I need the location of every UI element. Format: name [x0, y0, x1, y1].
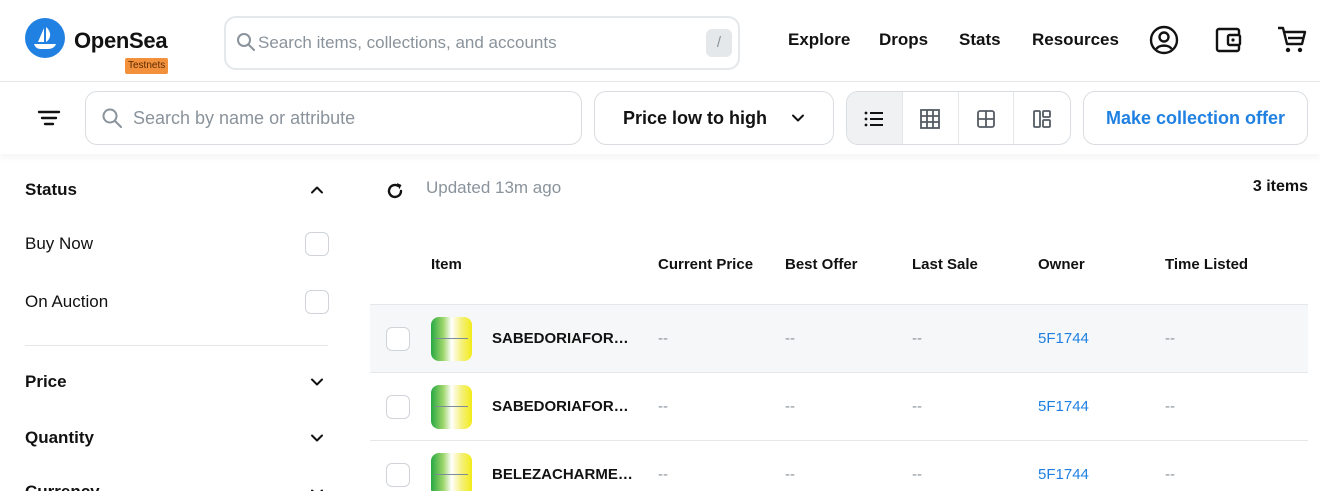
time-listed-cell: --	[1165, 330, 1175, 347]
column-time-listed: Time Listed	[1165, 256, 1249, 273]
last-updated-text: Updated 13m ago	[426, 178, 562, 197]
current-price-cell: --	[658, 398, 668, 415]
nav-stats[interactable]: Stats	[959, 30, 1001, 50]
column-last-sale: Last Sale	[912, 256, 978, 273]
sort-value: Price low to high	[623, 108, 768, 128]
refresh-icon[interactable]	[385, 181, 405, 201]
grid-large-icon[interactable]	[903, 92, 959, 144]
sort-dropdown[interactable]: Price low to high	[594, 91, 834, 145]
list-view-icon[interactable]	[847, 92, 903, 144]
row-checkbox[interactable]	[386, 327, 410, 351]
make-collection-offer-button[interactable]: Make collection offer	[1083, 91, 1308, 145]
item-thumbnail[interactable]	[431, 317, 472, 361]
opensea-logo-icon[interactable]	[25, 18, 65, 58]
chevron-up-icon[interactable]	[308, 181, 326, 199]
testnets-badge: Testnets	[125, 58, 169, 74]
account-icon[interactable]	[1148, 24, 1180, 56]
table-row[interactable]: SABEDORIAFORCAINTELIGENCIA -- -- -- 5F17…	[370, 372, 1308, 440]
time-listed-cell: --	[1165, 398, 1175, 415]
top-navigation: OpenSea Testnets / Explore Drops Stats R…	[0, 0, 1320, 82]
search-shortcut-key: /	[706, 29, 732, 57]
view-mode-toggle	[846, 91, 1071, 145]
current-price-cell: --	[658, 330, 668, 347]
current-price-cell: --	[658, 466, 668, 483]
search-icon	[101, 107, 123, 134]
item-name[interactable]: BELEZACHARMESIMPATIA	[492, 466, 637, 483]
price-section-title[interactable]: Price	[25, 372, 67, 392]
quantity-section-title[interactable]: Quantity	[25, 428, 94, 448]
time-listed-cell: --	[1165, 466, 1175, 483]
divider	[25, 345, 328, 346]
grid-small-icon[interactable]	[959, 92, 1015, 144]
last-sale-cell: --	[912, 466, 922, 483]
owner-link[interactable]: 5F1744	[1038, 330, 1089, 347]
column-owner: Owner	[1038, 256, 1085, 273]
attribute-search	[85, 91, 582, 145]
last-sale-cell: --	[912, 398, 922, 415]
row-checkbox[interactable]	[386, 395, 410, 419]
chevron-down-icon[interactable]	[308, 373, 326, 391]
on-auction-checkbox[interactable]	[305, 290, 329, 314]
column-current-price: Current Price	[658, 256, 754, 273]
cart-icon[interactable]	[1276, 24, 1308, 56]
column-item: Item	[431, 256, 462, 273]
item-name[interactable]: SABEDORIAFORCAMENTE	[492, 330, 637, 347]
table-header: Item Current Price Best Offer Last Sale …	[370, 256, 1308, 276]
nav-drops[interactable]: Drops	[879, 30, 928, 50]
owner-link[interactable]: 5F1744	[1038, 466, 1089, 483]
global-search: /	[224, 16, 740, 70]
chevron-down-icon[interactable]	[308, 429, 326, 447]
item-thumbnail[interactable]	[431, 453, 472, 491]
row-checkbox[interactable]	[386, 463, 410, 487]
status-section-title[interactable]: Status	[25, 180, 77, 200]
last-sale-cell: --	[912, 330, 922, 347]
buy-now-checkbox[interactable]	[305, 232, 329, 256]
owner-link[interactable]: 5F1744	[1038, 398, 1089, 415]
filter-icon[interactable]	[30, 106, 66, 130]
item-thumbnail[interactable]	[431, 385, 472, 429]
buy-now-label: Buy Now	[25, 234, 94, 253]
table-row[interactable]: BELEZACHARMESIMPATIA -- -- -- 5F1744 --	[370, 440, 1308, 491]
currency-section-title[interactable]: Currency	[25, 482, 100, 491]
item-name[interactable]: SABEDORIAFORCAINTELIGENCIA	[492, 398, 637, 415]
chevron-down-icon	[791, 111, 805, 130]
on-auction-label: On Auction	[25, 292, 109, 311]
best-offer-cell: --	[785, 330, 795, 347]
best-offer-cell: --	[785, 398, 795, 415]
nav-resources[interactable]: Resources	[1032, 30, 1119, 50]
table-row[interactable]: SABEDORIAFORCAMENTE -- -- -- 5F1744 --	[370, 304, 1308, 372]
best-offer-cell: --	[785, 466, 795, 483]
nav-explore[interactable]: Explore	[788, 30, 850, 50]
chevron-down-icon[interactable]	[308, 484, 326, 491]
filter-sidebar: Status Buy Now On Auction Price Quantity…	[0, 154, 345, 491]
brand-name[interactable]: OpenSea	[74, 28, 168, 54]
split-view-icon[interactable]	[1014, 92, 1070, 144]
column-best-offer: Best Offer	[785, 256, 858, 273]
search-icon	[236, 32, 256, 57]
wallet-icon[interactable]	[1213, 24, 1245, 56]
collection-toolbar: Price low to high Make collection offer	[0, 82, 1320, 154]
global-search-input[interactable]	[258, 30, 688, 56]
item-count: 3 items	[1252, 178, 1308, 195]
attribute-search-input[interactable]	[133, 105, 563, 131]
